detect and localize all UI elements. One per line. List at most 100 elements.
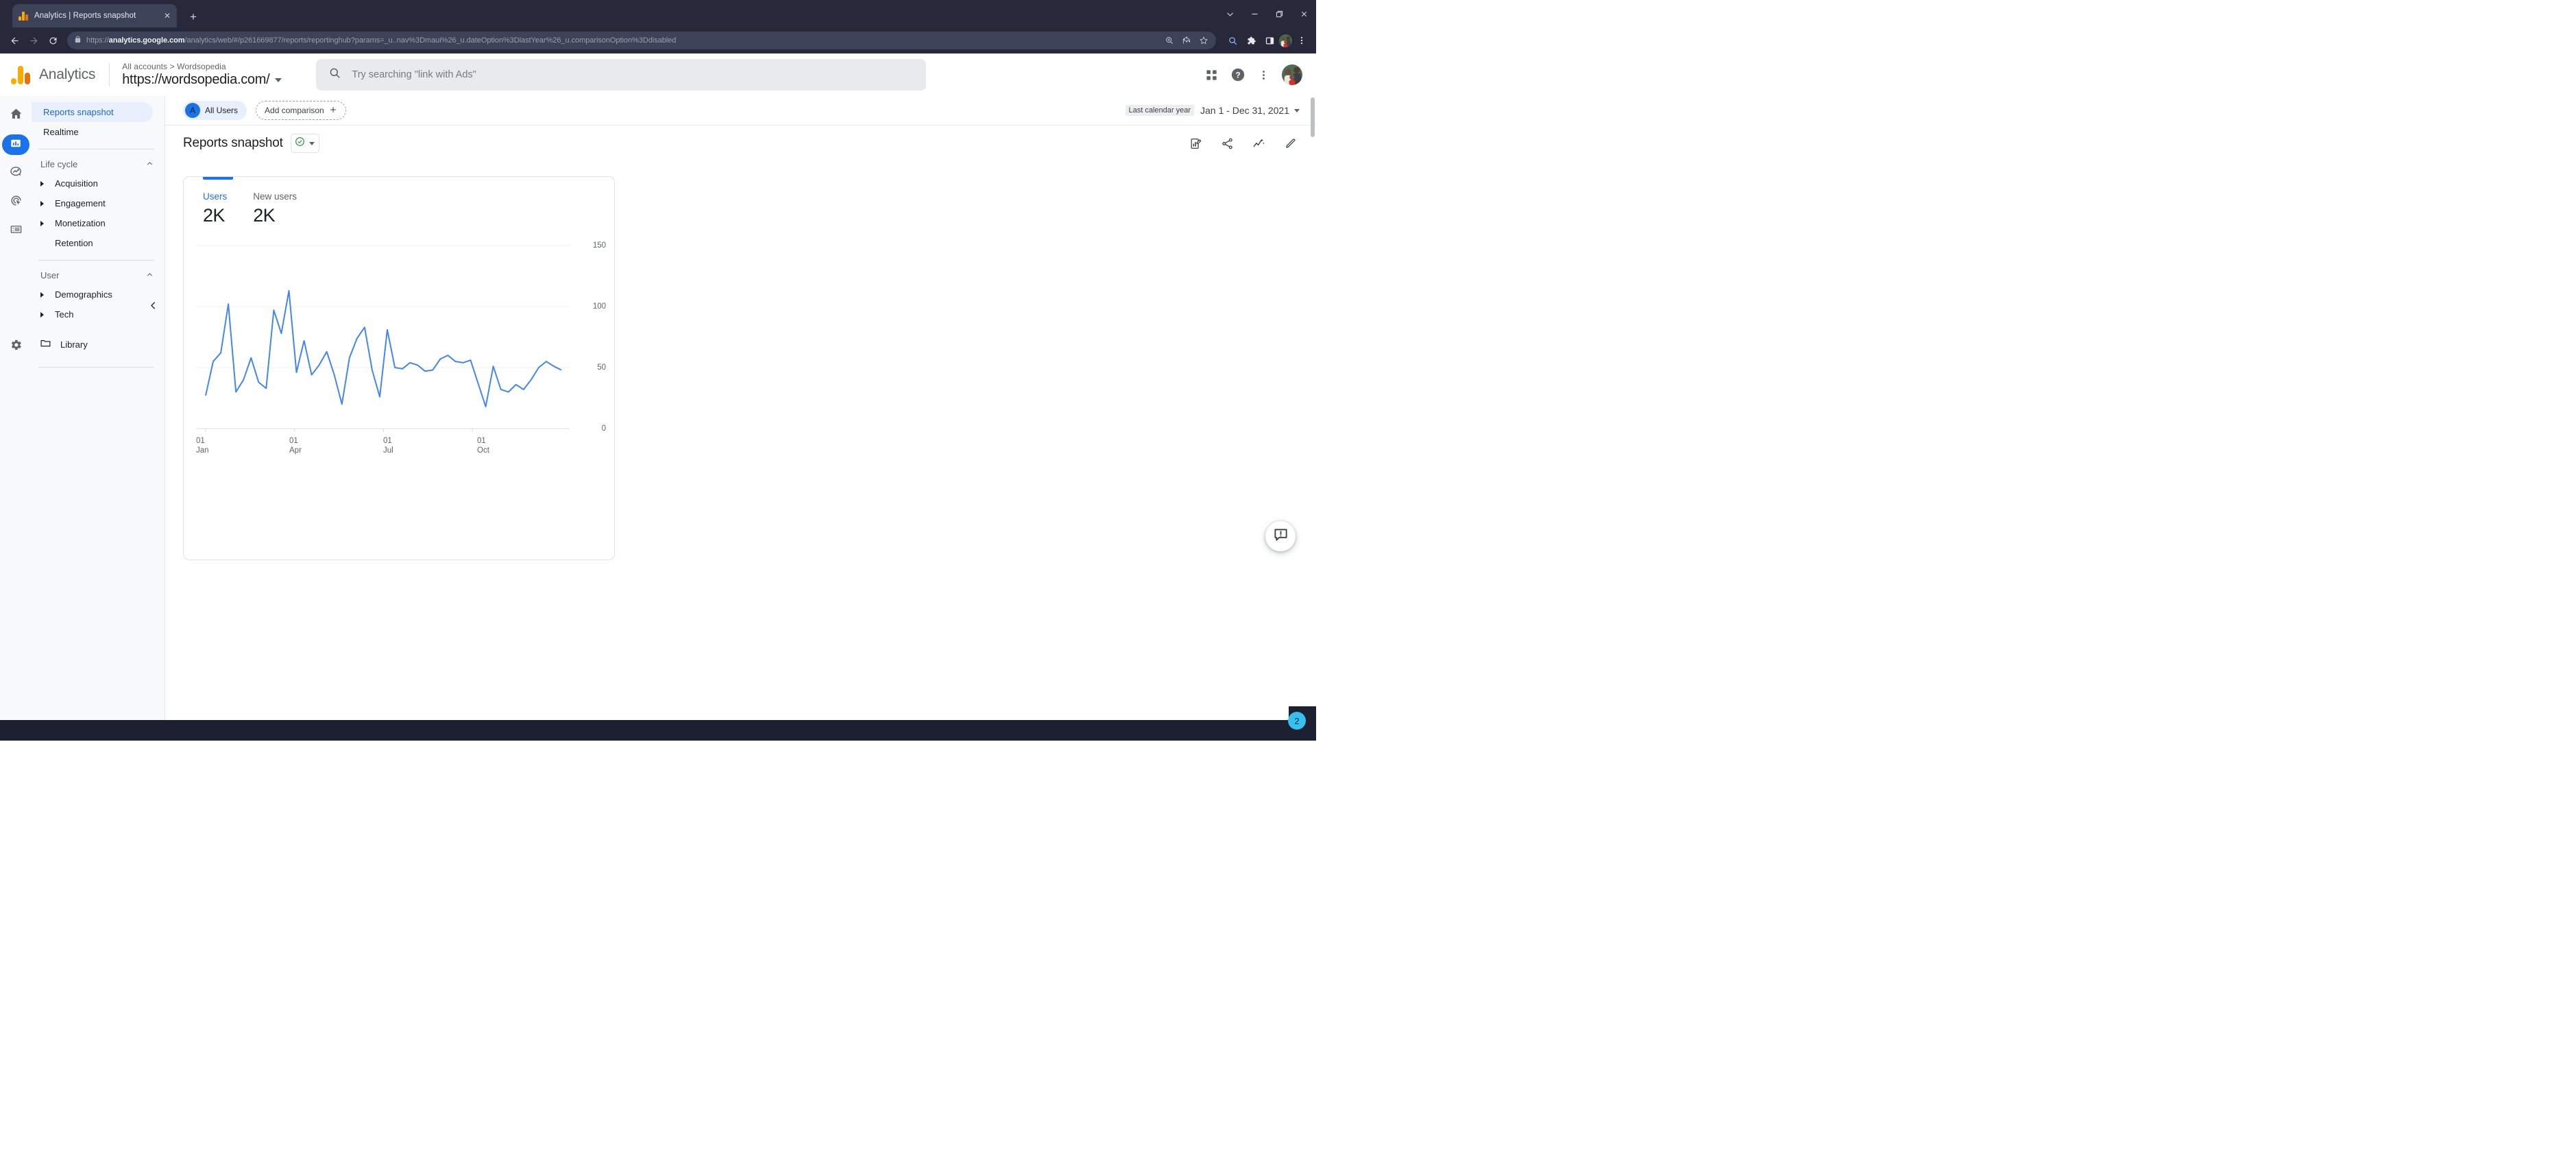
browser-toolbar-actions [1222,32,1311,49]
search-icon[interactable] [1224,32,1241,49]
sidebar-item-realtime[interactable]: Realtime [32,122,153,142]
window-close-icon[interactable] [1291,0,1316,27]
sidebar-item-retention[interactable]: Retention [32,233,165,253]
sidebar-item-library[interactable]: Library [32,334,165,355]
gear-icon [9,338,23,355]
chrome-menu-icon[interactable] [1293,32,1311,49]
address-bar[interactable]: https://analytics.google.com/analytics/w… [67,32,1216,49]
reload-icon[interactable] [44,32,62,49]
sidebar-item-label: Reports snapshot [43,107,114,117]
chart-svg [196,245,570,432]
minimize-icon[interactable] [1242,0,1267,27]
advertising-target-icon [10,194,23,211]
metric-tabs: Users 2K New users 2K [184,180,614,226]
sidebar-item-tech[interactable]: Tech [32,304,165,324]
side-panel-icon[interactable] [1261,32,1278,49]
tab-search-icon[interactable] [1217,0,1242,27]
extensions-puzzle-icon[interactable] [1242,32,1260,49]
chevron-right-icon [40,311,50,318]
y-tick-50: 50 [597,363,606,372]
zoom-in-icon[interactable] [1161,32,1178,49]
home-icon [10,108,23,124]
chevron-down-icon[interactable] [275,77,282,82]
browser-toolbar: https://analytics.google.com/analytics/w… [0,27,1316,53]
add-comparison-label: Add comparison [265,106,324,115]
metric-tab-users[interactable]: Users 2K [203,191,227,226]
lock-icon [74,34,82,47]
add-comparison-button[interactable]: Add comparison [256,101,346,120]
forward-arrow-icon[interactable] [25,32,42,49]
ga-header: Analytics All accounts > Wordsopedia htt… [0,53,1316,96]
browser-window: Analytics | Reports snapshot ✕ + https:/… [0,0,1316,741]
sidebar-item-label: Library [60,339,88,350]
sidebar-item-advertising[interactable] [2,192,29,213]
sidebar-item-monetization[interactable]: Monetization [32,213,165,233]
chevron-right-icon [40,200,50,206]
search-input[interactable]: Try searching "link with Ads" [316,59,927,91]
sidebar-item-label: Retention [55,238,93,248]
nav-rail [0,96,32,741]
chevron-up-icon[interactable] [145,270,154,281]
browser-tab[interactable]: Analytics | Reports snapshot ✕ [12,4,177,27]
ga-page: Analytics All accounts > Wordsopedia htt… [0,53,1316,741]
sidebar-item-acquisition[interactable]: Acquisition [32,173,165,193]
sidebar-item-demographics[interactable]: Demographics [32,285,165,304]
filter-bar: A All Users Add comparison Last calendar… [165,96,1316,125]
share-icon[interactable] [1221,137,1234,150]
sidebar-collapse-button[interactable] [148,300,158,313]
metric-tab-new-users[interactable]: New users 2K [253,191,297,226]
explore-icon [10,165,23,182]
x-tick-oct: 01 Oct [477,437,489,455]
x-tick-jan: 01 Jan [196,437,209,455]
new-tab-button[interactable]: + [186,11,201,23]
profile-avatar[interactable] [1282,64,1302,85]
date-range-picker[interactable]: Last calendar year Jan 1 - Dec 31, 2021 [1125,105,1300,116]
chevron-right-icon [40,220,50,226]
chevron-up-icon[interactable] [145,159,154,170]
sidebar-item-explore[interactable] [2,163,29,184]
share-icon[interactable] [1178,32,1195,49]
all-users-label: All Users [205,106,239,115]
breadcrumb: All accounts > Wordsopedia [122,62,226,71]
plus-icon [329,106,337,116]
configure-list-icon [10,223,23,239]
status-badge[interactable]: 2 [1288,712,1306,730]
more-vert-icon[interactable] [1258,69,1269,81]
restore-icon[interactable] [1267,0,1291,27]
account-selector[interactable]: All accounts > Wordsopedia https://words… [122,62,282,88]
edit-pencil-icon[interactable] [1284,137,1297,150]
feedback-button[interactable] [1265,521,1296,551]
help-icon[interactable]: ? [1230,67,1246,82]
feedback-bubble-icon [1273,527,1289,546]
sidebar-group-label: Life cycle [40,159,78,169]
chevron-down-icon[interactable] [1294,108,1300,112]
svg-text:?: ? [1235,71,1240,80]
sidebar-item-reports-snapshot[interactable]: Reports snapshot [32,102,153,122]
sidebar-item-label: Acquisition [55,178,98,189]
tab-close-icon[interactable]: ✕ [164,12,171,20]
sidebar-group-life-cycle[interactable]: Life cycle [32,155,165,173]
main-scrollbar[interactable] [1311,97,1315,137]
apps-grid-icon[interactable] [1205,69,1218,82]
sidebar-item-label: Demographics [55,289,112,300]
sidebar-item-engagement[interactable]: Engagement [32,193,165,213]
all-users-chip[interactable]: A All Users [183,101,247,120]
search-placeholder: Try searching "link with Ads" [352,69,476,80]
x-tick-jul: 01 Jul [383,437,393,455]
chevron-right-icon [40,291,50,298]
sidebar-item-configure[interactable] [2,221,29,241]
sidebar-item-home[interactable] [2,106,29,126]
insights-icon[interactable] [1252,137,1265,150]
customize-report-icon[interactable] [1189,137,1202,150]
star-icon[interactable] [1195,32,1212,49]
sidebar-group-user[interactable]: User [32,266,165,285]
sidebar-item-label: Tech [55,309,74,320]
chevron-right-icon [40,180,50,187]
back-arrow-icon[interactable] [5,32,23,49]
main-content: A All Users Add comparison Last calendar… [165,96,1316,741]
profile-avatar[interactable] [1279,34,1292,47]
sidebar-item-settings[interactable] [2,336,29,357]
chevron-down-icon[interactable] [308,141,315,145]
status-badge[interactable] [290,134,319,153]
sidebar-item-reports[interactable] [2,134,29,155]
